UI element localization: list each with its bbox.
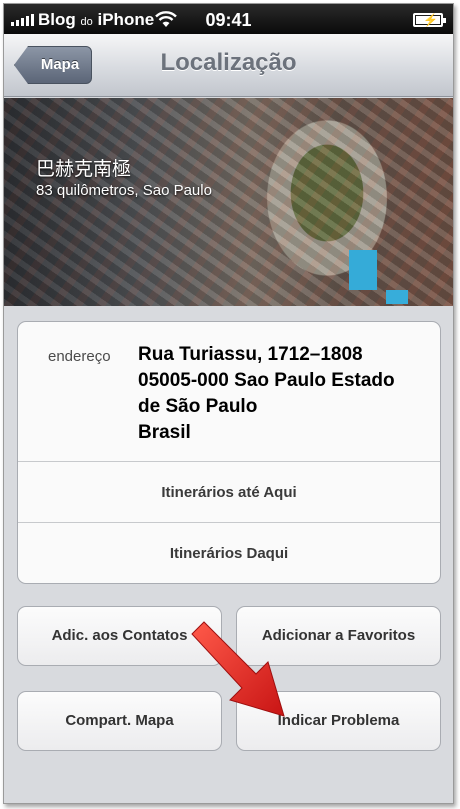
address-value: Rua Turiassu, 1712–1808 05005-000 Sao Pa…	[138, 342, 395, 446]
address-line: de São Paulo	[138, 396, 258, 417]
address-label: endereço	[48, 348, 111, 365]
back-button[interactable]: Mapa	[14, 46, 92, 84]
place-distance: 83 quilômetros, Sao Paulo	[36, 182, 212, 199]
status-time: 09:41	[205, 10, 252, 30]
place-name: 巴赫克南極	[36, 159, 132, 180]
info-group: endereço Rua Turiassu, 1712–1808 05005-0…	[17, 321, 441, 584]
red-arrow-annotation	[191, 621, 285, 717]
address-line: Brasil	[138, 422, 191, 443]
page-title: Localização	[160, 49, 297, 76]
battery-icon: ⚡	[413, 13, 446, 27]
status-bar: Blog do iPhone 09:41 ⚡	[4, 4, 453, 34]
address-line: Rua Turiassu, 1712–1808	[138, 344, 363, 365]
phone-screen: Blog do iPhone 09:41 ⚡ Mapa Localização …	[3, 3, 454, 804]
directions-to-here-button[interactable]: Itinerários até Aqui	[18, 462, 440, 523]
directions-from-here-button[interactable]: Itinerários Daqui	[18, 523, 440, 583]
satellite-map-image: 巴赫克南極 83 quilômetros, Sao Paulo	[4, 98, 453, 306]
address-row[interactable]: endereço Rua Turiassu, 1712–1808 05005-0…	[18, 322, 440, 462]
navigation-bar: Mapa Localização	[4, 34, 453, 97]
address-line: 05005-000 Sao Paulo Estado	[138, 370, 395, 391]
